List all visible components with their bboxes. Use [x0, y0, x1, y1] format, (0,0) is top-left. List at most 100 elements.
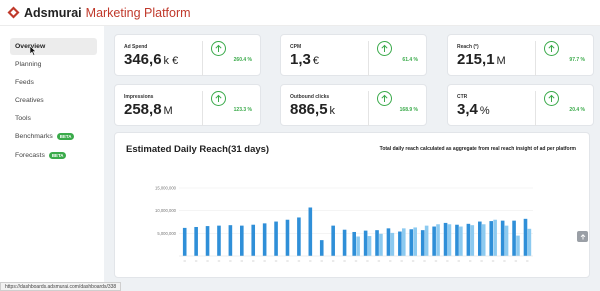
bar-series-2	[447, 224, 452, 256]
bar-series-1	[375, 230, 379, 256]
bar-series-1	[489, 221, 494, 256]
bar-series-1	[352, 231, 356, 256]
sidebar-item-planning[interactable]: Planning	[10, 56, 97, 73]
arrow-up-icon	[211, 91, 226, 106]
brand-name[interactable]: Adsmurai	[24, 6, 82, 20]
bar-series-1	[420, 230, 425, 256]
kpi-change: 123.3 %	[233, 107, 252, 113]
kpi-unit: k	[329, 105, 336, 117]
kpi-value: 886,5 k	[290, 101, 335, 118]
kpi-card-impressions: Impressions 258,8 M 123.3 %	[114, 84, 261, 126]
arrow-up-icon	[377, 41, 392, 56]
kpi-number: 1,3	[290, 51, 311, 68]
kpi-change: 61.4 %	[402, 57, 418, 63]
kpi-unit: M	[163, 105, 173, 117]
bar-series-2	[390, 232, 395, 256]
kpi-value: 215,1 M	[457, 51, 506, 68]
kpi-card-cpm: CPM 1,3 € 61.4 %	[280, 34, 427, 76]
bar-series-1	[443, 222, 448, 256]
chart-title: Estimated Daily Reach(31 days)	[126, 144, 270, 155]
kpi-label: Reach (*)	[457, 44, 479, 50]
bar-series-1	[319, 240, 324, 256]
bar-series-1	[523, 218, 528, 256]
sidebar: Overview Planning Feeds Creatives Tools …	[0, 26, 104, 291]
sidebar-item-tools[interactable]: Tools	[10, 110, 97, 127]
kpi-unit: k €	[163, 55, 179, 67]
bar-series-1	[363, 230, 368, 256]
sidebar-item-label: Creatives	[15, 97, 44, 104]
kpi-divider	[535, 41, 536, 76]
beta-badge: BETA	[48, 152, 67, 159]
kpi-value: 258,8 M	[124, 101, 173, 118]
bar-series-2	[401, 228, 406, 256]
kpi-number: 3,4	[457, 101, 478, 118]
kpi-change: 97.7 %	[569, 57, 585, 63]
kpi-card-reach: Reach (*) 215,1 M 97.7 %	[447, 34, 594, 76]
bar-series-1	[466, 223, 471, 256]
sidebar-item-forecasts[interactable]: Forecasts BETA	[10, 147, 97, 164]
sidebar-item-benchmarks[interactable]: Benchmarks BETA	[10, 128, 97, 145]
bar-series-1	[398, 231, 402, 256]
status-bar-url: https://dashboards.adsmurai.com/dashboar…	[0, 282, 122, 291]
bar-series-1	[228, 225, 233, 256]
y-tick-label: 15,000,000	[155, 186, 177, 191]
arrow-up-icon	[377, 91, 392, 106]
arrow-up-icon	[211, 41, 226, 56]
sidebar-item-label: Tools	[15, 115, 31, 122]
bar-series-1	[386, 228, 391, 256]
bar-series-2	[527, 228, 532, 256]
kpi-card-ctr: CTR 3,4% 20.4 %	[447, 84, 594, 126]
kpi-number: 258,8	[124, 101, 162, 118]
daily-reach-chart-card: 15,000,000 10,000,000 5,000,000 Estimated …	[114, 132, 590, 278]
bar-series-2	[424, 225, 429, 256]
arrow-up-icon	[544, 41, 559, 56]
kpi-divider	[202, 91, 203, 126]
adsmurai-logo-icon	[7, 6, 20, 19]
bar-series-1	[182, 227, 187, 256]
kpi-number: 215,1	[457, 51, 495, 68]
sidebar-item-label: Planning	[15, 61, 42, 68]
sidebar-item-feeds[interactable]: Feeds	[10, 74, 97, 91]
bar-series-1	[478, 221, 482, 256]
mouse-cursor-icon	[30, 46, 37, 56]
kpi-divider	[368, 91, 369, 126]
bar-series-1	[194, 226, 198, 256]
kpi-unit: M	[496, 55, 506, 67]
bar-series-2	[493, 219, 497, 256]
kpi-label: Outbound clicks	[290, 94, 330, 100]
arrow-up-icon	[544, 91, 559, 106]
bar-series-1	[512, 220, 516, 256]
bar-series-2	[356, 236, 360, 256]
sidebar-item-overview[interactable]: Overview	[10, 38, 97, 55]
kpi-value: 346,6 k €	[124, 51, 178, 68]
bar-series-1	[409, 229, 414, 256]
kpi-unit: €	[312, 55, 319, 67]
bar-series-1	[342, 229, 347, 256]
kpi-divider	[368, 41, 369, 76]
arrow-up-icon	[580, 233, 585, 239]
kpi-label: Impressions	[124, 94, 154, 100]
product-name: Marketing Platform	[85, 5, 191, 20]
bar-series-2	[379, 233, 383, 256]
kpi-value: 1,3 €	[290, 51, 319, 68]
kpi-label: Ad Spend	[124, 44, 148, 50]
kpi-value: 3,4%	[457, 101, 490, 118]
bar-series-2	[481, 224, 486, 256]
bar-series-1	[217, 225, 221, 256]
main-content: Ad Spend 346,6 k € 260.4 % CPM 1,3 € 61.4 …	[104, 26, 600, 291]
bar-series-2	[367, 236, 372, 256]
beta-badge: BETA	[56, 133, 75, 140]
sidebar-item-creatives[interactable]: Creatives	[10, 92, 97, 109]
kpi-change: 260.4 %	[233, 57, 252, 63]
sidebar-item-label: Feeds	[15, 79, 34, 86]
bar-series-2	[470, 225, 475, 256]
kpi-card-ad-spend: Ad Spend 346,6 k € 260.4 %	[114, 34, 261, 76]
bar-series-2	[459, 226, 463, 256]
kpi-number: 886,5	[290, 101, 328, 118]
scroll-to-top-button[interactable]	[577, 231, 588, 242]
kpi-change: 168.9 %	[399, 107, 418, 113]
sidebar-item-label: Benchmarks	[15, 133, 53, 140]
y-tick-label: 10,000,000	[155, 208, 177, 213]
y-tick-label: 5,000,000	[157, 231, 176, 236]
kpi-unit: %	[479, 105, 490, 117]
